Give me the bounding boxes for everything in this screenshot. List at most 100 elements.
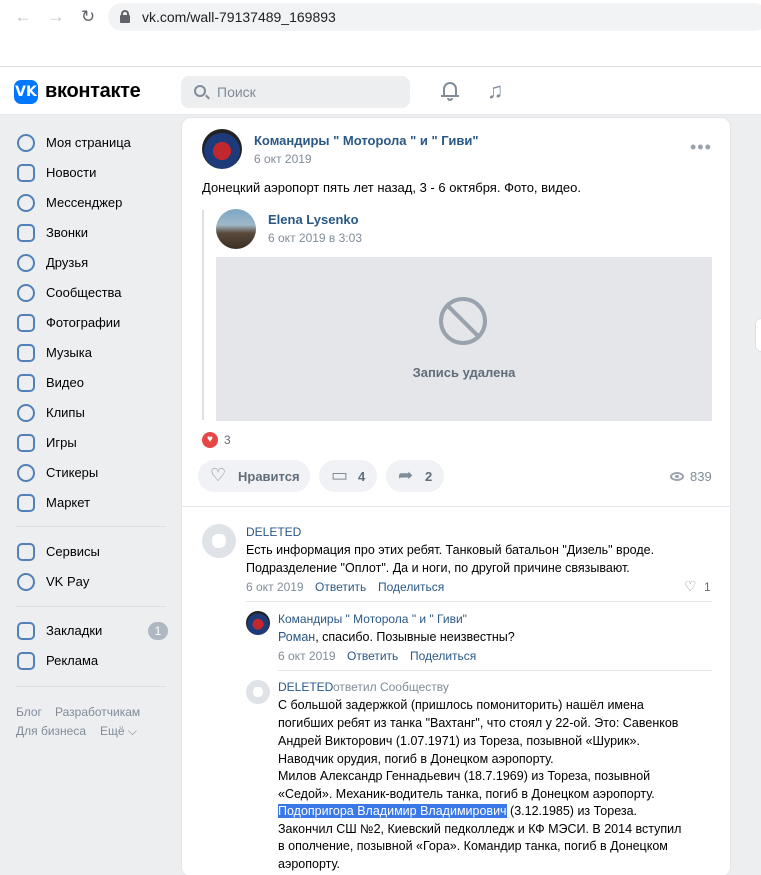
menu-item-ads[interactable]: Реклама	[16, 646, 166, 674]
music-note-icon[interactable]: ♫	[487, 79, 504, 103]
user-icon	[17, 134, 35, 152]
share-button[interactable]: ➦ 2	[386, 460, 444, 492]
services-icon	[17, 543, 35, 561]
reply-avatar[interactable]	[246, 611, 270, 635]
share-link[interactable]: Поделиться	[410, 649, 476, 663]
views-count: 839	[690, 469, 712, 484]
repost-author-avatar[interactable]	[216, 209, 256, 249]
reply-text-line: Андрей Викторович (1.07.1971) из Тореза,…	[278, 734, 640, 748]
comment-avatar[interactable]	[202, 524, 236, 558]
reply-text: Роман, спасибо. Позывные неизвестны?	[278, 630, 515, 644]
mention-link[interactable]: Роман	[278, 630, 315, 644]
repost-author-link[interactable]: Elena Lysenko	[268, 212, 359, 227]
clips-icon	[17, 404, 35, 422]
menu-item-games[interactable]: Игры	[16, 428, 166, 456]
groups-icon	[17, 284, 35, 302]
menu-label: Реклама	[46, 653, 99, 668]
menu-label: Сервисы	[46, 544, 100, 559]
menu-item-calls[interactable]: Звонки	[16, 218, 166, 246]
ads-icon	[17, 652, 35, 670]
reply-text-line: Милов Александр Геннадьевич (18.7.1969) …	[278, 769, 651, 783]
reply-text-body: , спасибо. Позывные неизвестны?	[315, 630, 515, 644]
vk-wordmark[interactable]: вконтакте	[45, 80, 141, 103]
count-badge: 1	[148, 622, 168, 640]
reply-avatar[interactable]	[246, 680, 270, 704]
vk-logo-icon[interactable]: VK	[14, 80, 38, 104]
menu-item-stickers[interactable]: Стикеры	[16, 458, 166, 486]
reply-link[interactable]: Ответить	[347, 649, 398, 663]
vk-header: VK вконтакте Поиск ♫	[0, 67, 761, 115]
menu-item-clips[interactable]: Клипы	[16, 398, 166, 426]
menu-item-friends[interactable]: Друзья	[16, 248, 166, 276]
eye-icon	[670, 472, 684, 481]
side-panel-tab[interactable]	[755, 318, 761, 352]
friends-icon	[17, 254, 35, 272]
bell-icon[interactable]	[440, 80, 460, 102]
footer-devs-link[interactable]: Разработчикам	[55, 705, 140, 719]
comment-text-line: Подразделение "Оплот". Да и ноги, по дру…	[246, 561, 630, 575]
comment-likes-count: 1	[704, 580, 711, 594]
forward-arrow-icon[interactable]: →	[45, 6, 67, 28]
vkpay-icon	[17, 573, 35, 591]
like-label: Нравится	[238, 469, 300, 484]
search-placeholder: Поиск	[217, 84, 256, 100]
menu-item-photos[interactable]: Фотографии	[16, 308, 166, 336]
post-date[interactable]: 6 окт 2019	[254, 152, 312, 166]
deleted-post-text: Запись удалена	[412, 365, 516, 380]
share-arrow-icon: ➦	[398, 465, 414, 485]
photo-icon	[17, 314, 35, 332]
menu-item-bookmarks[interactable]: Закладки 1	[16, 616, 168, 644]
menu-item-news[interactable]: Новости	[16, 158, 166, 186]
like-button[interactable]: ♡ Нравится	[198, 460, 310, 492]
menu-item-vkpay[interactable]: VK Pay	[16, 567, 166, 595]
reply-text-tail: (3.12.1985) из Тореза.	[506, 804, 638, 818]
reply-author[interactable]: DELETED	[278, 680, 333, 694]
address-bar[interactable]: vk.com/wall-79137489_169893	[108, 3, 761, 31]
url-text[interactable]: vk.com/wall-79137489_169893	[142, 9, 336, 25]
menu-item-music[interactable]: Музыка	[16, 338, 166, 366]
reply-date[interactable]: 6 окт 2019	[278, 649, 336, 663]
heart-outline-icon: ♡	[210, 465, 227, 485]
comment-button[interactable]: ▭ 4	[319, 460, 377, 492]
reload-icon[interactable]: ↻	[77, 6, 99, 28]
footer-blog-link[interactable]: Блог	[16, 705, 42, 719]
menu-divider	[16, 606, 166, 607]
post-author-link[interactable]: Командиры " Моторола " и " Гиви"	[254, 133, 479, 148]
menu-item-video[interactable]: Видео	[16, 368, 166, 396]
comment-date[interactable]: 6 окт 2019	[246, 580, 304, 594]
music-icon	[17, 344, 35, 362]
reply-text-line: Закончил СШ №2, Киевский педколледж и КФ…	[278, 822, 682, 836]
wall-post: Командиры " Моторола " и " Гиви" 6 окт 2…	[181, 117, 731, 875]
menu-item-messenger[interactable]: Мессенджер	[16, 188, 166, 216]
footer-more-link[interactable]: Ещё ⌵	[100, 724, 137, 739]
menu-label: Игры	[46, 435, 77, 450]
reply-author[interactable]: Командиры " Моторола " и " Гиви"	[278, 612, 467, 626]
replied-to-label[interactable]: ответил Сообществу	[333, 680, 449, 694]
community-avatar[interactable]	[202, 129, 242, 169]
back-arrow-icon[interactable]: ←	[12, 6, 34, 28]
menu-item-groups[interactable]: Сообщества	[16, 278, 166, 306]
search-input[interactable]: Поиск	[181, 76, 410, 108]
menu-label: Сообщества	[46, 285, 122, 300]
menu-item-my-page[interactable]: Моя страница	[16, 128, 166, 156]
reply-text-line: аэропорту.	[278, 857, 340, 871]
more-options-icon[interactable]: •••	[690, 138, 712, 156]
comment-like-icon[interactable]: ♡	[684, 578, 697, 595]
menu-item-services[interactable]: Сервисы	[16, 537, 166, 565]
repost-date[interactable]: 6 окт 2019 в 3:03	[268, 231, 362, 245]
prohibited-icon	[439, 297, 487, 345]
share-link[interactable]: Поделиться	[378, 580, 444, 594]
menu-label: Звонки	[46, 225, 88, 240]
menu-item-market[interactable]: Маркет	[16, 488, 166, 516]
comment-divider	[278, 670, 712, 671]
footer-business-link[interactable]: Для бизнеса	[16, 724, 86, 738]
reply-text-line: «Седой». Механик-водитель танка, погиб в…	[278, 787, 655, 801]
menu-label: Клипы	[46, 405, 85, 420]
search-icon	[194, 85, 206, 97]
menu-label: Друзья	[46, 255, 89, 270]
reply-link[interactable]: Ответить	[315, 580, 366, 594]
browser-toolbar: ← → ↻ vk.com/wall-79137489_169893	[0, 0, 761, 67]
comment-author[interactable]: DELETED	[246, 525, 301, 539]
comment-text-line: Есть информация про этих ребят. Танковый…	[246, 543, 655, 557]
message-icon	[17, 194, 35, 212]
